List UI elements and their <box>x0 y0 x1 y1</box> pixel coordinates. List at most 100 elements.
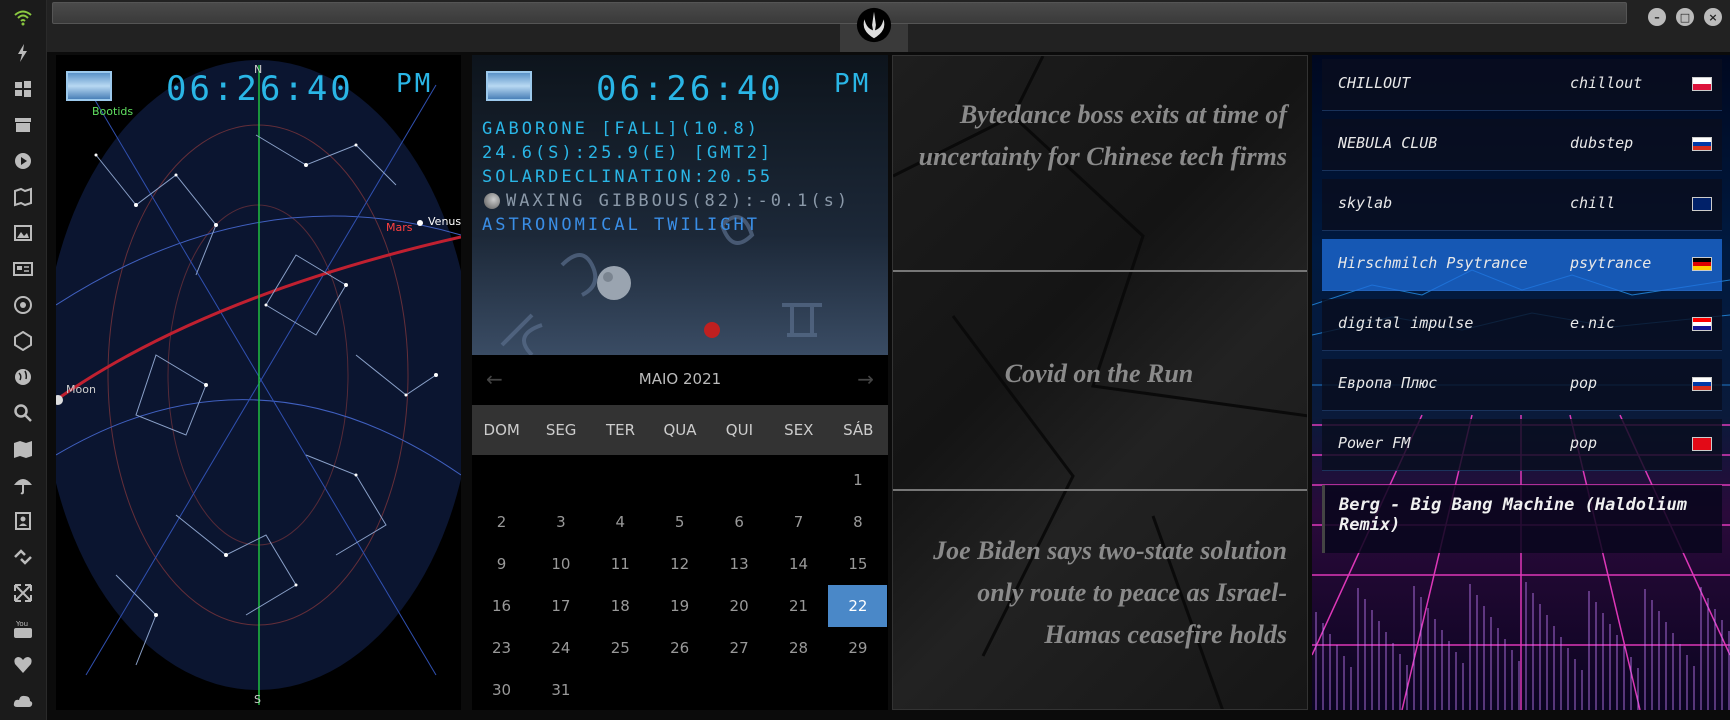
next-month-button[interactable]: → <box>857 367 874 391</box>
calendar-day[interactable]: 10 <box>531 543 590 585</box>
calendar-day[interactable]: 24 <box>531 627 590 669</box>
station-name: digital impulse <box>1338 314 1474 332</box>
hexagon-icon[interactable] <box>10 328 36 354</box>
calendar-day[interactable]: 16 <box>472 585 531 627</box>
sky-chart <box>56 60 461 705</box>
station-name: Power FM <box>1338 434 1411 452</box>
star-map-panel[interactable]: 06:26:40 PM N S Bootids Mars Venus Moon <box>56 55 461 710</box>
calendar-day[interactable]: 14 <box>769 543 828 585</box>
radio-station[interactable]: Power FM pop <box>1322 419 1722 471</box>
calendar-day[interactable]: 5 <box>650 501 709 543</box>
calendar-day[interactable]: 26 <box>650 627 709 669</box>
prev-month-button[interactable]: ← <box>486 367 503 391</box>
calendar-day[interactable]: 28 <box>769 627 828 669</box>
news-icon[interactable] <box>10 256 36 282</box>
bootids-label: Bootids <box>92 105 134 118</box>
cloud-icon[interactable] <box>10 688 36 714</box>
archive-icon[interactable] <box>10 112 36 138</box>
moon-phase-line: WAXING GIBBOUS(82):-0.1(s) <box>506 191 851 211</box>
moon-label: Moon <box>66 383 96 396</box>
station-genre: psytrance <box>1570 254 1652 272</box>
windows-icon[interactable] <box>10 76 36 102</box>
radio-station[interactable]: skylab chill <box>1322 179 1722 231</box>
news-headline-1[interactable]: Bytedance boss exits at time of uncertai… <box>907 94 1287 178</box>
calendar-day[interactable]: 13 <box>710 543 769 585</box>
calendar-day[interactable]: 6 <box>710 501 769 543</box>
radio-station[interactable]: NEBULA CLUB dubstep <box>1322 119 1722 171</box>
map-book-icon[interactable] <box>10 184 36 210</box>
calendar-day[interactable]: 11 <box>591 543 650 585</box>
station-genre: e.nic <box>1570 314 1616 332</box>
calendar-day[interactable]: 19 <box>650 585 709 627</box>
news-separator <box>893 270 1307 272</box>
youtube-icon[interactable]: You <box>10 616 36 642</box>
flash-icon[interactable] <box>10 40 36 66</box>
station-genre: chill <box>1570 194 1616 212</box>
globe-icon[interactable] <box>10 364 36 390</box>
radio-station[interactable]: Европа Плюс pop <box>1322 359 1722 411</box>
minimize-button[interactable]: – <box>1648 8 1666 26</box>
news-headline-3[interactable]: Joe Biden says two-state solution only r… <box>907 530 1287 656</box>
play-icon[interactable] <box>10 148 36 174</box>
turkey-flag-icon <box>1692 437 1712 451</box>
search-icon[interactable] <box>10 400 36 426</box>
calendar-day[interactable]: 18 <box>591 585 650 627</box>
station-genre: pop <box>1570 374 1598 392</box>
calendar-day[interactable]: 1 <box>828 459 887 501</box>
station-name: Hirschmilch Psytrance <box>1338 254 1528 272</box>
calendar-day[interactable]: 9 <box>472 543 531 585</box>
astro-time: 06:26:40 <box>596 69 784 109</box>
radio-panel: CHILLOUT chillout NEBULA CLUB dubstep skylab… <box>1312 55 1730 710</box>
calendar-day[interactable]: 2 <box>472 501 531 543</box>
image-icon[interactable] <box>10 220 36 246</box>
now-playing-title: Berg - Big Bang Machine (Haldolium Remix… <box>1339 495 1687 535</box>
close-button[interactable]: × <box>1704 8 1722 26</box>
left-sidebar: You <box>0 0 47 720</box>
calendar-day[interactable]: 20 <box>710 585 769 627</box>
calendar-day[interactable]: 30 <box>472 669 531 711</box>
calendar-day[interactable]: 3 <box>531 501 590 543</box>
calendar-day[interactable]: 27 <box>710 627 769 669</box>
north-label: N <box>254 63 263 76</box>
rebel-alliance-logo[interactable] <box>855 6 893 44</box>
heart-icon[interactable] <box>10 652 36 678</box>
maximize-button[interactable]: □ <box>1676 8 1694 26</box>
croatia-flag-icon <box>1692 317 1712 331</box>
calendar-weekdays: DOM SEG TER QUA QUI SEX SÁB <box>472 405 888 455</box>
calendar-panel: MAIO 2021 ← → DOM SEG TER QUA QUI SEX SÁB 1234… <box>472 355 888 710</box>
calendar-day[interactable]: 7 <box>769 501 828 543</box>
station-genre: chillout <box>1570 74 1643 92</box>
moon-phase-icon <box>484 193 500 209</box>
calendar-day[interactable]: 12 <box>650 543 709 585</box>
helm-icon[interactable] <box>10 292 36 318</box>
calendar-day[interactable]: 15 <box>828 543 887 585</box>
calendar-day[interactable]: 21 <box>769 585 828 627</box>
link-icon[interactable] <box>10 544 36 570</box>
calendar-day[interactable]: 17 <box>531 585 590 627</box>
astro-info-panel: 06:26:40 PM GABORONE [FALL](10.8) 24.6(S… <box>472 55 888 355</box>
location-line: GABORONE [FALL](10.8) <box>482 119 760 139</box>
contact-icon[interactable] <box>10 508 36 534</box>
calendar-day[interactable]: 4 <box>591 501 650 543</box>
map-icon[interactable] <box>10 436 36 462</box>
calendar-day[interactable]: 25 <box>591 627 650 669</box>
umbrella-icon[interactable] <box>10 472 36 498</box>
radio-station[interactable]: digital impulse e.nic <box>1322 299 1722 351</box>
expand-icon[interactable] <box>10 580 36 606</box>
radio-station[interactable]: Hirschmilch Psytrance psytrance <box>1322 239 1722 291</box>
russia-flag-icon <box>1692 377 1712 391</box>
news-headline-2[interactable]: Covid on the Run <box>909 353 1289 395</box>
calendar-day-selected[interactable]: 22 <box>828 585 888 627</box>
south-label: S <box>254 693 261 706</box>
russia-flag-icon <box>1692 137 1712 151</box>
calendar-day[interactable]: 29 <box>828 627 887 669</box>
now-playing: Berg - Big Bang Machine (Haldolium Remix… <box>1322 485 1722 553</box>
wifi-icon[interactable] <box>10 4 36 30</box>
top-input-strip[interactable] <box>52 2 1627 24</box>
calendar-day[interactable]: 8 <box>828 501 887 543</box>
calendar-day[interactable]: 31 <box>531 669 590 711</box>
radio-station[interactable]: CHILLOUT chillout <box>1322 59 1722 111</box>
weekday-label: SEX <box>784 421 814 439</box>
battery-icon <box>66 71 112 101</box>
calendar-day[interactable]: 23 <box>472 627 531 669</box>
